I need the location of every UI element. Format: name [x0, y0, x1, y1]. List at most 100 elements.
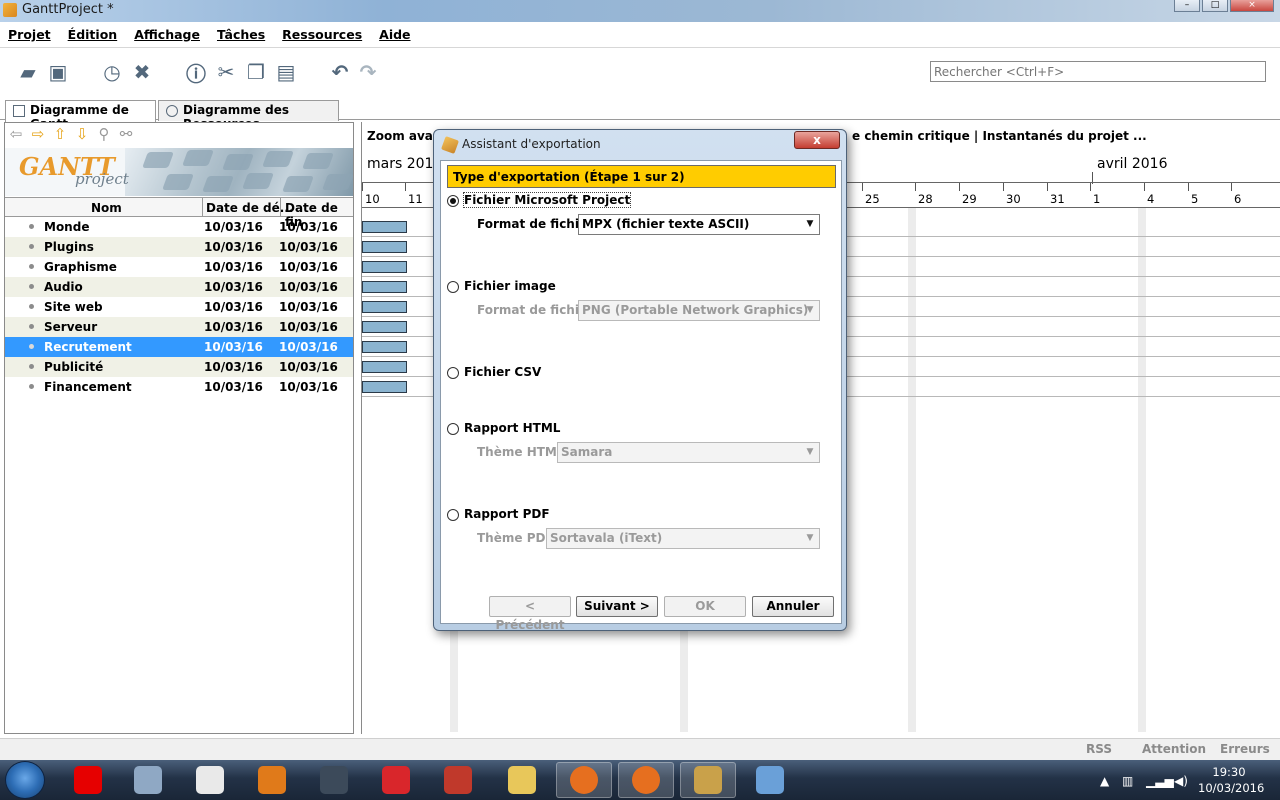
- unlink-icon[interactable]: ⚯: [118, 126, 134, 142]
- critical-path-links[interactable]: e chemin critique | Instantanés du proje…: [852, 129, 1147, 143]
- dialog-close-button[interactable]: x: [794, 131, 840, 149]
- task-row[interactable]: Site web 10/03/16 10/03/16: [5, 297, 353, 317]
- radio-image[interactable]: [447, 281, 459, 293]
- close-window-button[interactable]: ×: [1230, 0, 1274, 12]
- pdf24-icon[interactable]: [182, 762, 238, 798]
- signal-icon[interactable]: ▁▃▅: [1146, 774, 1174, 788]
- start-button[interactable]: [5, 761, 45, 799]
- radio-ms-project[interactable]: [447, 195, 459, 207]
- task-bar[interactable]: [362, 361, 407, 373]
- task-row[interactable]: Publicité 10/03/16 10/03/16: [5, 357, 353, 377]
- clock-icon[interactable]: ◷: [100, 60, 124, 84]
- redo-icon[interactable]: ↷: [356, 60, 380, 84]
- task-bar[interactable]: [362, 381, 407, 393]
- clock-date[interactable]: 10/03/2016: [1198, 781, 1264, 795]
- open-folder-icon[interactable]: ▰: [16, 60, 40, 84]
- day-label: 4: [1147, 192, 1155, 206]
- chevron-down-icon: ▼: [806, 447, 814, 457]
- pdf-reader-icon[interactable]: [430, 762, 486, 798]
- save-icon[interactable]: ▣: [46, 60, 70, 84]
- errors-link[interactable]: Erreurs: [1220, 742, 1270, 756]
- rss-link[interactable]: RSS: [1086, 742, 1112, 756]
- file-format-select[interactable]: MPX (fichier texte ASCII) ▼: [578, 214, 820, 235]
- move-down-icon[interactable]: ⇩: [74, 126, 90, 142]
- ganttproject-logo: GANTT project: [5, 148, 353, 196]
- cancel-button[interactable]: Annuler: [752, 596, 834, 617]
- label-image[interactable]: Fichier image: [464, 279, 556, 293]
- task-end-date: 10/03/16: [279, 380, 338, 394]
- menu-affichage[interactable]: Affichage: [134, 27, 200, 42]
- task-bullet-icon: [29, 384, 34, 389]
- info-icon[interactable]: ⓘ: [184, 60, 208, 86]
- previous-button[interactable]: < Précédent: [489, 596, 571, 632]
- outdent-icon[interactable]: ⇦: [8, 126, 24, 142]
- menu-aide[interactable]: Aide: [379, 27, 410, 42]
- task-row[interactable]: Financement 10/03/16 10/03/16: [5, 377, 353, 397]
- image-format-select[interactable]: PNG (Portable Network Graphics) ▼: [578, 300, 820, 321]
- paint-icon[interactable]: [742, 762, 798, 798]
- pdf-theme-select[interactable]: Sortavala (iText) ▼: [546, 528, 820, 549]
- radio-csv[interactable]: [447, 367, 459, 379]
- task-bar[interactable]: [362, 341, 407, 353]
- menu-ressources[interactable]: Ressources: [282, 27, 362, 42]
- paw-icon[interactable]: [244, 762, 300, 798]
- task-bar[interactable]: [362, 261, 407, 273]
- task-row[interactable]: Serveur 10/03/16 10/03/16: [5, 317, 353, 337]
- window-controls: – □ ×: [1174, 0, 1274, 12]
- clock-time[interactable]: 19:30: [1198, 765, 1260, 779]
- next-button[interactable]: Suivant >: [576, 596, 658, 617]
- firefox-icon[interactable]: [556, 762, 612, 798]
- task-row[interactable]: Audio 10/03/16 10/03/16: [5, 277, 353, 297]
- minimize-button[interactable]: –: [1174, 0, 1200, 12]
- indent-icon[interactable]: ⇨: [30, 126, 46, 142]
- volume-icon[interactable]: ◀): [1174, 774, 1188, 788]
- link-icon[interactable]: ⚲: [96, 126, 112, 142]
- game-icon[interactable]: [306, 762, 362, 798]
- task-row[interactable]: Recrutement 10/03/16 10/03/16: [5, 337, 353, 357]
- task-bar[interactable]: [362, 221, 407, 233]
- menu-edition[interactable]: Édition: [68, 27, 118, 42]
- task-row[interactable]: Graphisme 10/03/16 10/03/16: [5, 257, 353, 277]
- task-bar[interactable]: [362, 241, 407, 253]
- task-bar[interactable]: [362, 301, 407, 313]
- label-html[interactable]: Rapport HTML: [464, 421, 560, 435]
- day-label: 31: [1050, 192, 1065, 206]
- maximize-button[interactable]: □: [1202, 0, 1228, 12]
- menu-projet[interactable]: Projet: [8, 27, 51, 42]
- column-name[interactable]: Nom: [91, 201, 122, 215]
- label-csv[interactable]: Fichier CSV: [464, 365, 541, 379]
- swirl-icon[interactable]: [368, 762, 424, 798]
- ok-button[interactable]: OK: [664, 596, 746, 617]
- copy-icon[interactable]: ❐: [244, 60, 268, 84]
- task-bar[interactable]: [362, 281, 407, 293]
- radio-pdf[interactable]: [447, 509, 459, 521]
- task-bar[interactable]: [362, 321, 407, 333]
- task-row[interactable]: Plugins 10/03/16 10/03/16: [5, 237, 353, 257]
- tab-resources[interactable]: Diagramme des Ressources: [158, 100, 339, 131]
- search-magnifier-icon[interactable]: [120, 762, 176, 798]
- move-up-icon[interactable]: ⇧: [52, 126, 68, 142]
- delete-icon[interactable]: ✖: [130, 60, 154, 84]
- label-ms-project[interactable]: Fichier Microsoft Project: [462, 192, 632, 208]
- task-bullet-icon: [29, 304, 34, 309]
- cut-icon[interactable]: ✂: [214, 60, 238, 84]
- task-name: Monde: [44, 220, 90, 234]
- search-input[interactable]: [930, 61, 1266, 82]
- ganttproject-icon[interactable]: [680, 762, 736, 798]
- undo-icon[interactable]: ↶: [328, 60, 352, 84]
- radio-html[interactable]: [447, 423, 459, 435]
- menu-taches[interactable]: Tâches: [217, 27, 265, 42]
- label-pdf[interactable]: Rapport PDF: [464, 507, 550, 521]
- paste-icon[interactable]: ▤: [274, 60, 298, 84]
- task-row[interactable]: Monde 10/03/16 10/03/16: [5, 217, 353, 237]
- vodafone-icon[interactable]: [60, 762, 116, 798]
- firefox-icon[interactable]: [618, 762, 674, 798]
- tray-arrow-icon[interactable]: ▲: [1100, 774, 1109, 788]
- html-theme-select[interactable]: Samara ▼: [557, 442, 820, 463]
- warnings-link[interactable]: Attention: [1142, 742, 1206, 756]
- tab-gantt[interactable]: Diagramme de Gantt: [5, 100, 156, 131]
- file-explorer-icon[interactable]: [494, 762, 550, 798]
- network-icon[interactable]: ▥: [1122, 774, 1133, 788]
- task-end-date: 10/03/16: [279, 320, 338, 334]
- system-tray: ▲ ▥ ▁▃▅ ◀) 19:30 10/03/2016: [1094, 760, 1280, 800]
